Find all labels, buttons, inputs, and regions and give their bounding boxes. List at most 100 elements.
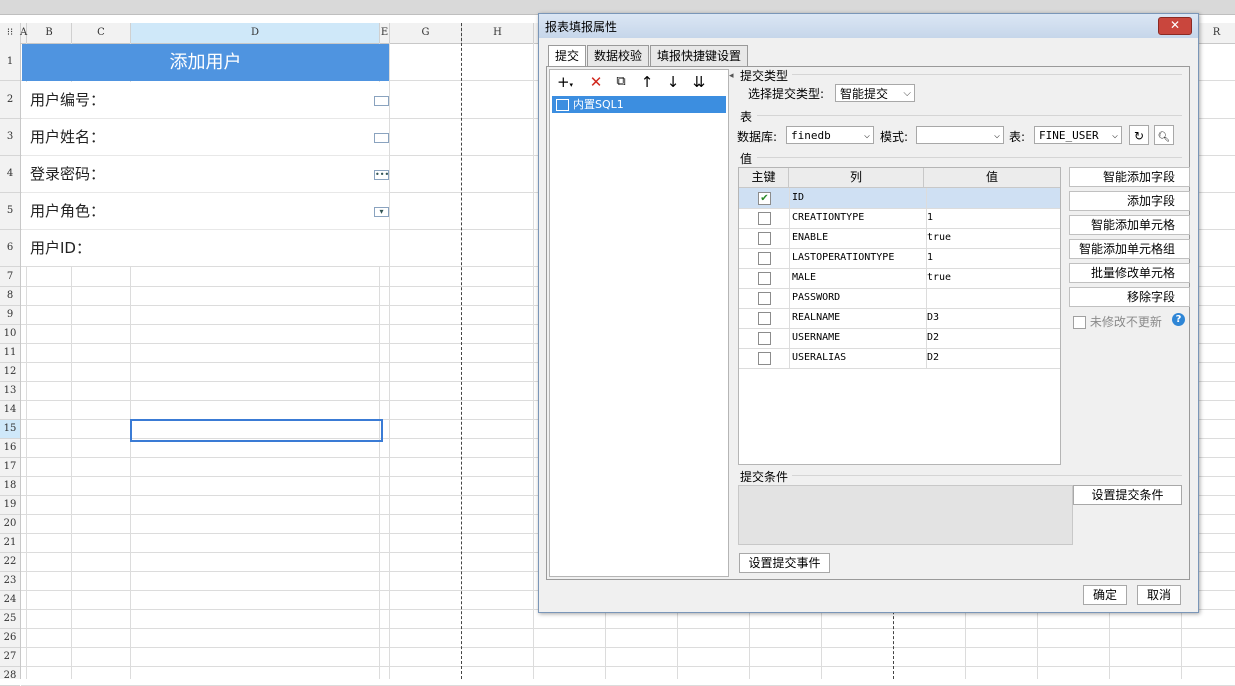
- primary-key-checkbox[interactable]: [758, 212, 771, 225]
- table-select[interactable]: FINE_USER ⌵: [1034, 126, 1122, 144]
- primary-key-checkbox[interactable]: [758, 312, 771, 325]
- add-icon[interactable]: +▾: [555, 72, 575, 92]
- smart-add-cell-button[interactable]: 智能添加单元格: [1069, 215, 1190, 235]
- refresh-button[interactable]: ↻: [1129, 125, 1149, 145]
- row-header[interactable]: 2: [0, 82, 20, 119]
- cancel-button[interactable]: 取消: [1137, 585, 1181, 605]
- column-header-d[interactable]: D: [131, 23, 380, 43]
- row-header[interactable]: 17: [0, 458, 20, 477]
- table-row[interactable]: PASSWORD: [739, 288, 1060, 309]
- table-row[interactable]: MALE true: [739, 268, 1060, 289]
- collapse-handle-icon[interactable]: ◂: [729, 71, 734, 81]
- batch-modify-cell-button[interactable]: 批量修改单元格: [1069, 263, 1190, 283]
- primary-key-checkbox[interactable]: [758, 292, 771, 305]
- row-header[interactable]: 28: [0, 667, 20, 686]
- tree-item-builtin-sql[interactable]: 内置SQL1: [552, 96, 726, 113]
- copy-icon[interactable]: ⧉: [611, 72, 631, 92]
- row-header[interactable]: 4: [0, 156, 20, 193]
- submit-condition-area[interactable]: [738, 485, 1073, 545]
- primary-key-checkbox[interactable]: ✔: [758, 192, 771, 205]
- row-header[interactable]: 24: [0, 591, 20, 610]
- arrow-down-icon[interactable]: ↓: [663, 72, 683, 92]
- tab-shortcut-settings[interactable]: 填报快捷键设置: [650, 45, 749, 66]
- row-header[interactable]: 16: [0, 439, 20, 458]
- selected-cell-d15[interactable]: [130, 419, 383, 442]
- row-header[interactable]: 10: [0, 325, 20, 344]
- tab-data-validation[interactable]: 数据校验: [587, 45, 650, 66]
- row-header[interactable]: 12: [0, 363, 20, 382]
- value-cell[interactable]: D3: [925, 308, 1060, 328]
- primary-key-checkbox[interactable]: [758, 352, 771, 365]
- primary-key-checkbox[interactable]: [758, 272, 771, 285]
- set-condition-button[interactable]: 设置提交条件: [1073, 485, 1182, 505]
- column-name-cell[interactable]: CREATIONTYPE: [789, 208, 927, 228]
- move-bottom-icon[interactable]: ⇊: [689, 72, 709, 92]
- table-row[interactable]: ✔ ID: [739, 188, 1060, 209]
- value-cell[interactable]: [925, 288, 1060, 308]
- ok-button[interactable]: 确定: [1083, 585, 1127, 605]
- column-name-cell[interactable]: MALE: [789, 268, 927, 288]
- value-cell[interactable]: 1: [925, 208, 1060, 228]
- database-select[interactable]: finedb ⌵: [786, 126, 874, 144]
- value-cell[interactable]: true: [925, 268, 1060, 288]
- row-header[interactable]: 3: [0, 119, 20, 156]
- table-row[interactable]: CREATIONTYPE 1: [739, 208, 1060, 229]
- row-header[interactable]: 8: [0, 287, 20, 306]
- row-header[interactable]: 11: [0, 344, 20, 363]
- row-header[interactable]: 14: [0, 401, 20, 420]
- primary-key-checkbox[interactable]: [758, 232, 771, 245]
- form-title-cell[interactable]: 添加用户: [22, 44, 389, 81]
- column-header-r[interactable]: R: [1198, 23, 1235, 43]
- dialog-title-bar[interactable]: 报表填报属性 ✕: [539, 14, 1198, 38]
- row-header[interactable]: 20: [0, 515, 20, 534]
- column-name-cell[interactable]: ENABLE: [789, 228, 927, 248]
- set-event-button[interactable]: 设置提交事件: [739, 553, 830, 573]
- value-cell[interactable]: 1: [925, 248, 1060, 268]
- primary-key-checkbox[interactable]: [758, 252, 771, 265]
- value-cell[interactable]: D2: [925, 328, 1060, 348]
- row-header[interactable]: 26: [0, 629, 20, 648]
- table-row[interactable]: ENABLE true: [739, 228, 1060, 249]
- column-name-cell[interactable]: LASTOPERATIONTYPE: [789, 248, 927, 268]
- add-field-button[interactable]: 添加字段: [1069, 191, 1190, 211]
- help-icon[interactable]: ?: [1172, 313, 1185, 326]
- column-name-cell[interactable]: PASSWORD: [789, 288, 927, 308]
- preview-table-button[interactable]: 🔍︎: [1154, 125, 1174, 145]
- column-header-primary-key[interactable]: 主键: [739, 168, 789, 188]
- row-header[interactable]: 9: [0, 306, 20, 325]
- column-header-a[interactable]: A: [20, 23, 27, 43]
- row-header[interactable]: 21: [0, 534, 20, 553]
- close-button[interactable]: ✕: [1158, 17, 1192, 35]
- row-header[interactable]: 22: [0, 553, 20, 572]
- primary-key-checkbox[interactable]: [758, 332, 771, 345]
- row-header[interactable]: 7: [0, 268, 20, 287]
- value-cell[interactable]: [925, 188, 1060, 208]
- row-header[interactable]: 27: [0, 648, 20, 667]
- value-cell[interactable]: true: [925, 228, 1060, 248]
- row-header[interactable]: 23: [0, 572, 20, 591]
- table-row[interactable]: REALNAME D3: [739, 308, 1060, 329]
- form-row-user-id[interactable]: 用户ID：: [22, 230, 389, 266]
- column-header-b[interactable]: B: [27, 23, 72, 43]
- arrow-up-icon[interactable]: ↑: [637, 72, 657, 92]
- value-cell[interactable]: D2: [925, 348, 1060, 368]
- row-header[interactable]: 1: [0, 44, 20, 81]
- no-update-checkbox[interactable]: 未修改不更新: [1073, 313, 1162, 330]
- column-header-e[interactable]: E: [380, 23, 390, 43]
- row-header[interactable]: 25: [0, 610, 20, 629]
- schema-select[interactable]: ⌵: [916, 126, 1004, 144]
- form-row-password[interactable]: 登录密码： •••: [22, 156, 389, 193]
- remove-field-button[interactable]: 移除字段: [1069, 287, 1190, 307]
- table-row[interactable]: LASTOPERATIONTYPE 1: [739, 248, 1060, 269]
- column-header-value[interactable]: 值: [924, 168, 1060, 188]
- delete-icon[interactable]: ✕: [586, 72, 606, 92]
- column-header-g[interactable]: G: [390, 23, 462, 43]
- column-name-cell[interactable]: USERALIAS: [789, 348, 927, 368]
- column-header-c[interactable]: C: [72, 23, 131, 43]
- column-name-cell[interactable]: USERNAME: [789, 328, 927, 348]
- row-header[interactable]: 5: [0, 193, 20, 230]
- row-header[interactable]: 18: [0, 477, 20, 496]
- column-header-h[interactable]: H: [462, 23, 534, 43]
- column-name-cell[interactable]: ID: [789, 188, 927, 208]
- smart-add-cell-group-button[interactable]: 智能添加单元格组: [1069, 239, 1190, 259]
